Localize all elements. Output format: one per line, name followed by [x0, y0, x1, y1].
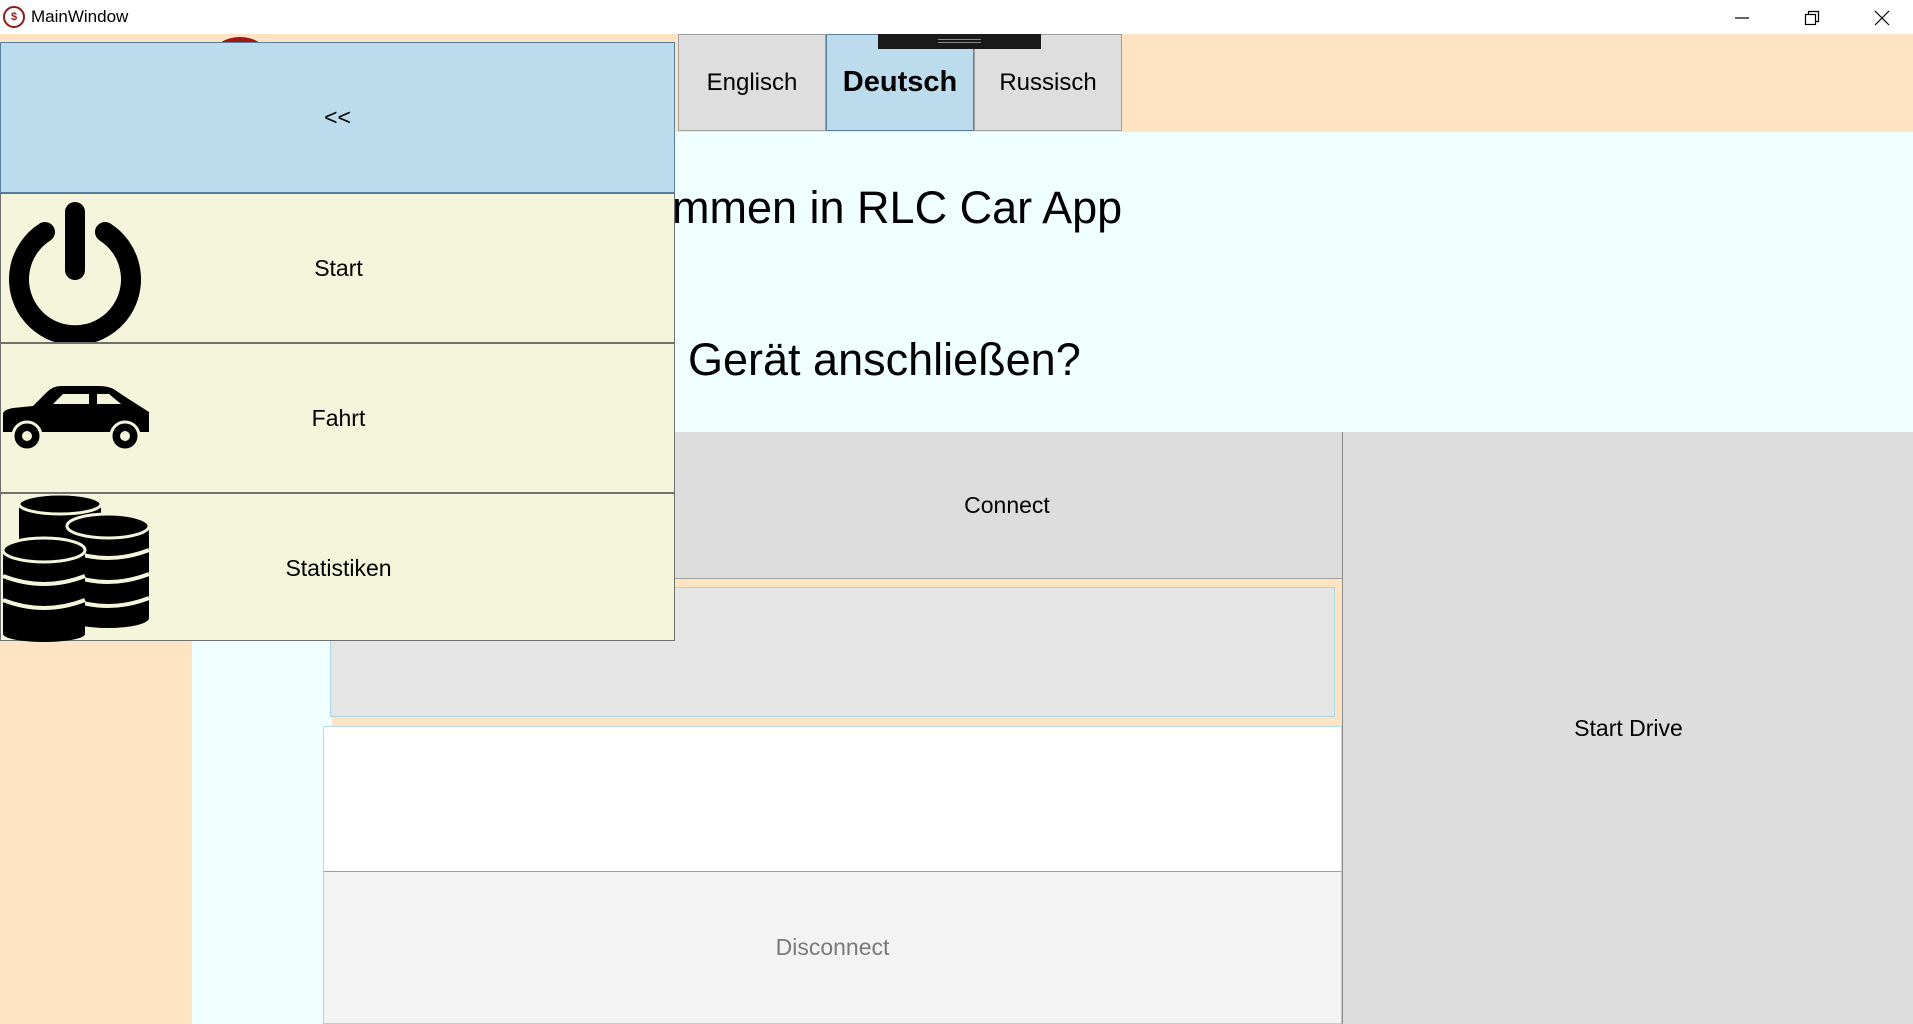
- connect-button[interactable]: Connect: [672, 432, 1343, 579]
- restore-icon: [1804, 10, 1820, 26]
- device-input[interactable]: [323, 726, 1342, 872]
- menu-item-label: Statistiken: [285, 554, 392, 581]
- menu-item-label: Fahrt: [311, 404, 366, 431]
- close-button[interactable]: [1848, 0, 1913, 34]
- minimize-icon: [1735, 17, 1749, 19]
- menu-collapse-button[interactable]: <<: [0, 42, 675, 193]
- client-area: Englisch Deutsch Russisch mmen in RLC Ca…: [0, 34, 1913, 1024]
- app-logo-icon: $: [3, 6, 25, 28]
- close-icon: [1874, 10, 1890, 26]
- start-drive-button[interactable]: Start Drive: [1342, 432, 1913, 1024]
- menu-item-fahrt[interactable]: Fahrt: [0, 343, 675, 493]
- disconnect-button[interactable]: Disconnect: [323, 872, 1342, 1024]
- navigation-menu: << Start Fahrt Statistiken: [0, 42, 675, 642]
- restore-button[interactable]: [1778, 0, 1848, 34]
- menu-item-statistiken[interactable]: Statistiken: [0, 493, 675, 642]
- menu-item-start[interactable]: Start: [0, 193, 675, 343]
- window-title: MainWindow: [31, 7, 129, 26]
- drag-handle[interactable]: [878, 34, 1041, 49]
- connect-question: Gerät anschließen?: [688, 334, 1081, 385]
- welcome-heading: mmen in RLC Car App: [672, 182, 1123, 233]
- menu-item-label: Start: [314, 254, 363, 281]
- header-peach-area: [1128, 34, 1913, 132]
- tab-englisch[interactable]: Englisch: [678, 34, 826, 131]
- title-bar: $ MainWindow: [0, 0, 1913, 34]
- minimize-button[interactable]: [1708, 0, 1778, 34]
